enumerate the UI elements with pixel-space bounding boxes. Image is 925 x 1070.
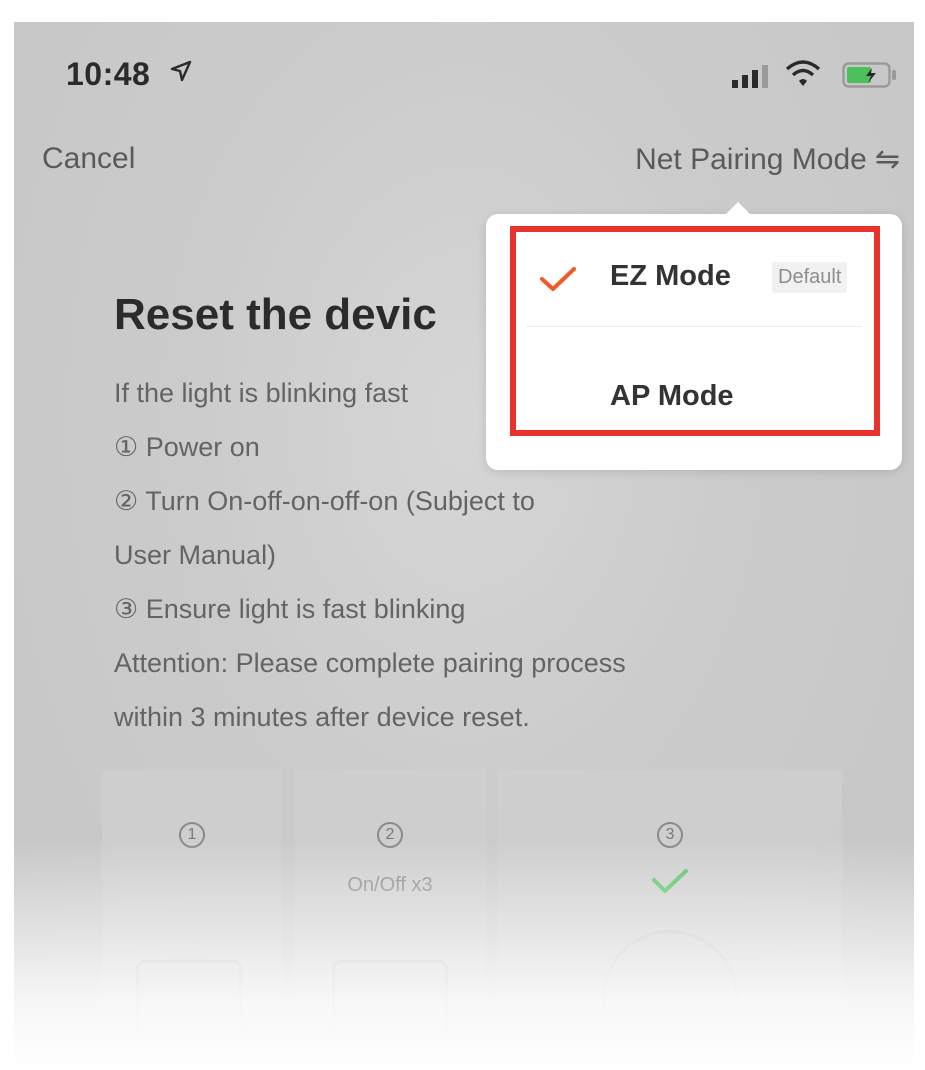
step-caption: On/Off x3 [347, 874, 433, 896]
instruction-line: Attention: Please complete pairing proce… [114, 648, 626, 678]
step-number: 1 [179, 822, 205, 848]
check-icon [652, 869, 688, 893]
step-card-3: 3 [498, 770, 842, 1066]
swap-arrows-icon: ⇋ [874, 143, 900, 176]
instruction-line: User Manual) [114, 540, 277, 570]
bulb-image [602, 930, 738, 1066]
device-image [136, 960, 242, 1066]
status-bar: 10:48 [14, 22, 914, 122]
step-number: 3 [657, 822, 683, 848]
battery-icon [842, 62, 896, 88]
popover-arrow [726, 202, 750, 214]
cellular-signal-icon [732, 65, 768, 88]
pairing-mode-menu: EZ Mode Default AP Mode [486, 202, 902, 470]
phone-screen: 10:48 Cancel Net Pairing Mode ⇋ Reset th… [14, 22, 914, 1070]
highlight-frame [510, 226, 880, 436]
location-arrow-icon [170, 60, 192, 82]
instruction-line: ② Turn On-off-on-off-on (Subject to [114, 486, 535, 516]
net-pairing-mode-label: Net Pairing Mode [635, 142, 867, 176]
cancel-button[interactable]: Cancel [42, 142, 135, 176]
step-card-2: 2 On/Off x3 [294, 770, 486, 1070]
switch-image [332, 960, 448, 1070]
instruction-line: within 3 minutes after device reset. [114, 702, 530, 732]
steps-illustration: 1 2 On/Off x3 3 [102, 770, 842, 1070]
status-time: 10:48 [66, 56, 151, 92]
net-pairing-mode-button[interactable]: Net Pairing Mode ⇋ [635, 142, 900, 177]
instruction-line: ③ Ensure light is fast blinking [114, 594, 466, 624]
step-card-1: 1 [102, 770, 282, 1066]
step-number: 2 [377, 822, 403, 848]
wifi-icon [785, 60, 821, 86]
